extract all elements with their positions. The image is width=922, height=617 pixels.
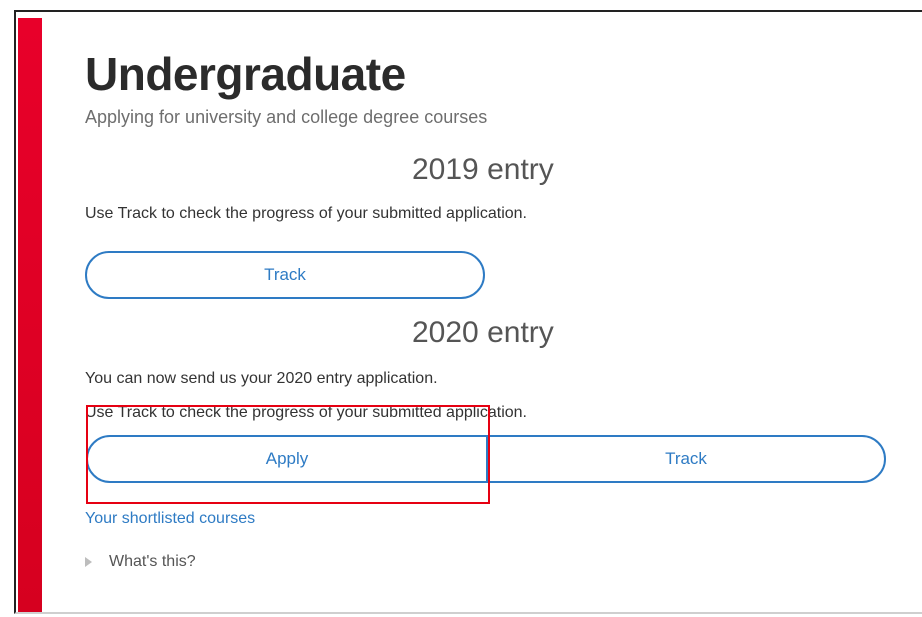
- whats-this-label: What's this?: [109, 553, 196, 570]
- apply-2020-button[interactable]: Apply: [86, 435, 488, 483]
- whats-this-toggle[interactable]: What's this?: [85, 553, 196, 571]
- entry-2019-description: Use Track to check the progress of your …: [85, 205, 527, 222]
- page-title: Undergraduate: [85, 48, 406, 100]
- shortlisted-courses-link[interactable]: Your shortlisted courses: [85, 510, 255, 528]
- accent-bar: [18, 18, 42, 612]
- track-2020-button[interactable]: Track: [486, 435, 886, 483]
- track-2019-button[interactable]: Track: [85, 251, 485, 299]
- page-subtitle: Applying for university and college degr…: [85, 107, 488, 127]
- entry-2019-heading: 2019 entry: [412, 153, 554, 186]
- entry-2020-heading: 2020 entry: [412, 316, 554, 349]
- triangle-right-icon: [85, 557, 92, 567]
- entry-2020-send-text: You can now send us your 2020 entry appl…: [85, 370, 438, 387]
- entry-2020-description: Use Track to check the progress of your …: [85, 404, 527, 421]
